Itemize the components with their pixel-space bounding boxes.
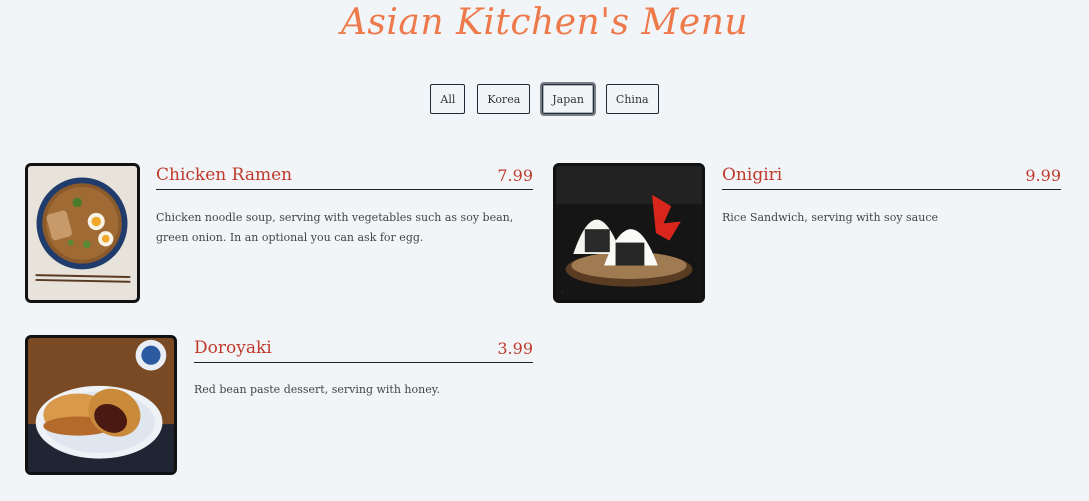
item-name: Chicken Ramen [156,165,293,185]
item-name: Onigiri [722,165,783,185]
svg-text:.: . [562,289,564,294]
onigiri-header: Onigiri 9.99 [722,165,1061,190]
item-description: Red bean paste dessert, serving with hon… [194,383,440,396]
doroyaki-header: Doroyaki 3.99 [194,338,533,363]
category-filter-bar: All Korea Japan China [0,82,1089,116]
chicken-ramen-header: Chicken Ramen 7.99 [156,165,533,190]
item-description: Chicken noodle soup, serving with vegeta… [156,211,514,244]
filter-japan-button[interactable]: Japan [540,82,596,116]
doroyaki-photo [25,335,177,475]
item-description: Rice Sandwich, serving with soy sauce [722,211,938,224]
item-price: 3.99 [497,339,533,358]
item-price: 7.99 [497,166,533,185]
item-price: 9.99 [1025,166,1061,185]
item-name: Doroyaki [194,338,272,358]
filter-korea-button[interactable]: Korea [477,84,531,114]
page-title: Asian Kitchen's Menu [340,2,749,43]
filter-all-button[interactable]: All [430,84,466,114]
chicken-ramen-photo [25,163,140,303]
onigiri-photo: . [553,163,705,303]
filter-china-button[interactable]: China [605,84,659,114]
